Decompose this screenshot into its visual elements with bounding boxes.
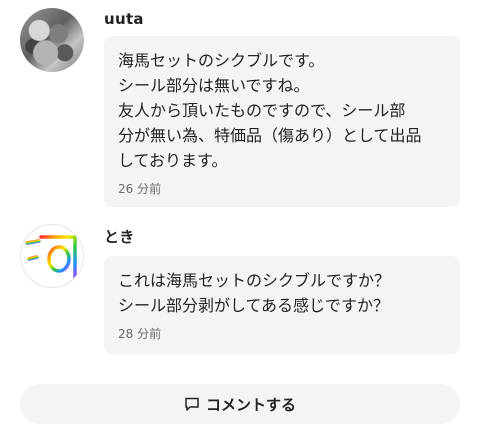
comments-section: uuta 海馬セットのシクブルです。 シール部分は無いですね。 友人から頂いたも… bbox=[0, 0, 480, 442]
comment-button[interactable]: コメントする bbox=[20, 384, 460, 424]
comment-item: とき これは海馬セットのシクブルですか？ シール部分剥がしてある感じですか？ 2… bbox=[20, 224, 460, 358]
comment-button-label: コメントする bbox=[205, 395, 296, 414]
avatar[interactable] bbox=[20, 224, 84, 288]
comment-text: これは海馬セットのシクブルですか？ シール部分剥がしてある感じですか？ bbox=[118, 271, 391, 315]
speech-bubble-icon bbox=[185, 397, 199, 411]
rainbow-glyph-icon bbox=[25, 235, 77, 283]
comment-username[interactable]: uuta bbox=[104, 10, 144, 28]
comment-text: 海馬セットのシクブルです。 シール部分は無いですね。 友人から頂いたものですので… bbox=[118, 51, 422, 170]
comment-item: uuta 海馬セットのシクブルです。 シール部分は無いですね。 友人から頂いたも… bbox=[20, 8, 460, 208]
comment-timestamp: 28 分前 bbox=[118, 327, 162, 341]
avatar[interactable] bbox=[20, 8, 84, 72]
comment-bubble: これは海馬セットのシクブルですか？ シール部分剥がしてある感じですか？ 28 分… bbox=[104, 256, 460, 354]
comment-username[interactable]: とき bbox=[104, 226, 135, 247]
comment-timestamp: 26 分前 bbox=[118, 182, 162, 196]
comment-bubble: 海馬セットのシクブルです。 シール部分は無いですね。 友人から頂いたものですので… bbox=[104, 36, 460, 207]
